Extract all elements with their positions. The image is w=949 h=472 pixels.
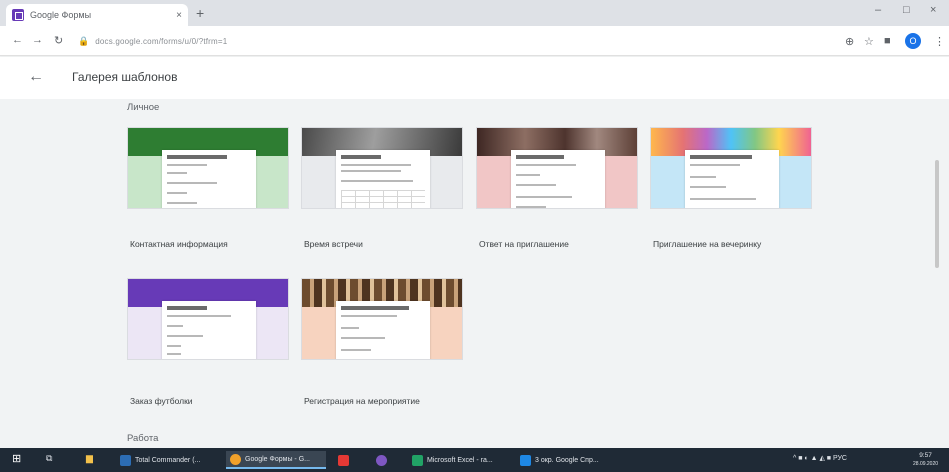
- template-card-meeting-time[interactable]: [301, 127, 463, 209]
- back-icon[interactable]: ←: [12, 34, 23, 46]
- taskbar-item-browser[interactable]: 3 окр. Google Спр...: [516, 451, 620, 469]
- excel-icon: [412, 454, 423, 466]
- menu-icon[interactable]: ⋮: [934, 35, 945, 48]
- template-card-contact-info[interactable]: [127, 127, 289, 209]
- google-forms-icon: [12, 9, 24, 21]
- total-commander-icon: [120, 454, 131, 466]
- maximize-icon[interactable]: □: [903, 4, 910, 16]
- minimize-icon[interactable]: –: [875, 4, 881, 16]
- profile-avatar[interactable]: О: [905, 33, 921, 49]
- tab-close-icon[interactable]: ×: [176, 10, 182, 21]
- system-tray[interactable]: ^ ■ ◐ ▲ ◭ ■ РУС: [793, 454, 847, 462]
- template-name[interactable]: Регистрация на мероприятие: [304, 396, 420, 406]
- app-icon: [376, 454, 387, 466]
- lock-icon: 🔒: [78, 35, 90, 46]
- clock-date: 28.09.2020: [913, 461, 939, 467]
- section-label-work: Работа: [127, 433, 159, 444]
- clock[interactable]: 9:57 28.09.2020: [913, 451, 938, 469]
- browser-tabstrip: Google Формы × + – □ ×: [0, 0, 949, 26]
- task-view-icon[interactable]: ⧉: [46, 453, 52, 464]
- form-preview: [511, 150, 605, 208]
- template-name[interactable]: Время встречи: [304, 239, 363, 249]
- template-card-rsvp[interactable]: [476, 127, 638, 209]
- template-card-party-invite[interactable]: [650, 127, 812, 209]
- form-preview: [162, 301, 256, 359]
- template-gallery: Личное Контактная информация Время встре…: [0, 99, 949, 444]
- template-card-tshirt-order[interactable]: [127, 278, 289, 360]
- browser-icon: [520, 454, 531, 466]
- template-name[interactable]: Приглашение на вечеринку: [653, 239, 761, 249]
- taskbar-item-label: Google Формы - G...: [245, 455, 310, 463]
- form-preview: [162, 150, 256, 208]
- scrollbar-thumb[interactable]: [935, 160, 939, 268]
- file-explorer-icon[interactable]: ▆: [86, 453, 93, 464]
- url-text: docs.google.com/forms/u/0/?tfrm=1: [95, 36, 228, 46]
- star-icon[interactable]: ☆: [864, 35, 874, 48]
- address-bar[interactable]: 🔒 docs.google.com/forms/u/0/?tfrm=1: [78, 32, 838, 50]
- taskbar-item-label: Microsoft Excel - ra...: [427, 456, 493, 464]
- taskbar-item-app[interactable]: [334, 451, 360, 469]
- page-title: Галерея шаблонов: [72, 70, 178, 84]
- screen: Google Формы × + – □ × ← → ↻ 🔒 docs.goog…: [0, 0, 949, 472]
- start-icon[interactable]: ⊞: [12, 452, 21, 465]
- app-header: ← Галерея шаблонов: [0, 57, 949, 99]
- template-name[interactable]: Заказ футболки: [130, 396, 193, 406]
- form-preview: [336, 150, 430, 208]
- browser-toolbar: ← → ↻ 🔒 docs.google.com/forms/u/0/?tfrm=…: [0, 26, 949, 56]
- tab-title: Google Формы: [30, 10, 92, 20]
- browser-tab[interactable]: Google Формы ×: [6, 4, 188, 26]
- chrome-icon: [230, 453, 241, 465]
- zoom-icon[interactable]: ⊕: [845, 35, 854, 48]
- form-preview: [685, 150, 779, 208]
- back-arrow-icon[interactable]: ←: [28, 68, 44, 86]
- window-close-icon[interactable]: ×: [930, 4, 936, 16]
- new-tab-icon[interactable]: +: [196, 5, 204, 21]
- taskbar-item-total-commander[interactable]: Total Commander (...: [116, 451, 222, 469]
- form-preview: [336, 301, 430, 359]
- windows-taskbar: ⊞ ⧉ ▆ Total Commander (... Google Формы …: [0, 448, 949, 472]
- template-name[interactable]: Контактная информация: [130, 239, 228, 249]
- clock-time: 9:57: [919, 452, 932, 459]
- reload-icon[interactable]: ↻: [54, 34, 63, 47]
- section-label-personal: Личное: [127, 102, 160, 113]
- taskbar-item-label: 3 окр. Google Спр...: [535, 456, 599, 464]
- template-name[interactable]: Ответ на приглашение: [479, 239, 569, 249]
- template-card-event-registration[interactable]: [301, 278, 463, 360]
- app-icon: [338, 454, 349, 466]
- taskbar-item-label: Total Commander (...: [135, 456, 201, 464]
- extension-icon[interactable]: ■: [884, 35, 891, 47]
- taskbar-item-excel[interactable]: Microsoft Excel - ra...: [408, 451, 512, 469]
- taskbar-item-chrome[interactable]: Google Формы - G...: [226, 451, 326, 469]
- taskbar-item-app[interactable]: [372, 451, 398, 469]
- forward-icon[interactable]: →: [32, 34, 43, 46]
